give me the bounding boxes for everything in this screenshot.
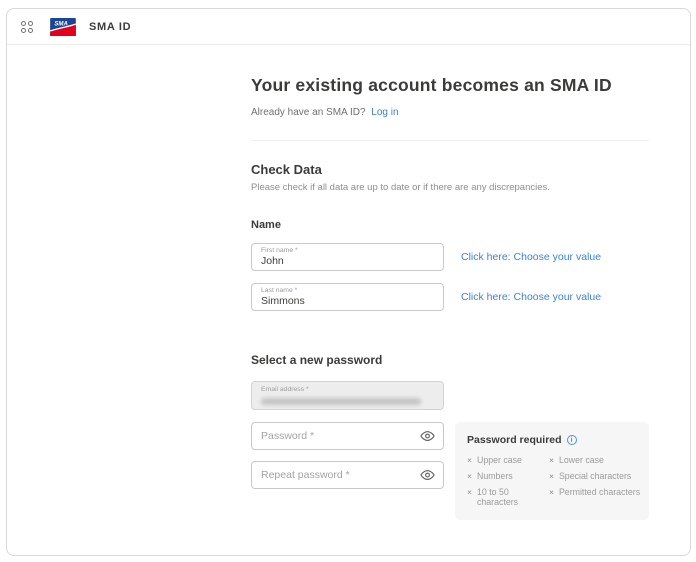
requirement-length: × 10 to 50 characters: [467, 487, 519, 507]
requirement-upper-case: × Upper case: [467, 455, 522, 465]
cross-icon: ×: [467, 487, 472, 497]
first-name-choose-value-link[interactable]: Click here: Choose your value: [461, 251, 601, 263]
email-field-disabled: Email address *: [251, 381, 444, 410]
app-window: SMA SMA ID Your existing account becomes…: [6, 8, 691, 556]
first-name-row: First name * Click here: Choose your val…: [251, 243, 649, 271]
sma-logo-icon: SMA: [50, 17, 76, 36]
password-field[interactable]: [251, 422, 444, 450]
requirement-numbers: × Numbers: [467, 471, 513, 481]
info-icon[interactable]: i: [566, 435, 577, 445]
show-password-eye-icon[interactable]: [420, 429, 435, 444]
first-name-input[interactable]: [261, 255, 434, 267]
cross-icon: ×: [548, 487, 554, 497]
cross-icon: ×: [548, 455, 554, 465]
last-name-field[interactable]: Last name *: [251, 283, 444, 311]
password-requirements-title-text: Password required: [467, 434, 562, 446]
password-section-title: Select a new password: [251, 353, 383, 367]
repeat-password-field[interactable]: [251, 461, 444, 489]
password-requirements-list: × Upper case × Lower case × Numbers × Sp…: [467, 455, 641, 507]
password-requirements-title: Password required i: [467, 434, 641, 446]
check-data-subtitle: Please check if all data are up to date …: [251, 182, 550, 193]
cross-icon: ×: [467, 471, 472, 481]
first-name-label: First name *: [261, 247, 298, 254]
check-data-title: Check Data: [251, 162, 322, 177]
email-value-redacted: [261, 398, 421, 405]
app-grid-icon[interactable]: [21, 20, 33, 33]
login-prompt-text: Already have an SMA ID?: [251, 107, 366, 118]
last-name-label: Last name *: [261, 287, 298, 294]
name-section-title: Name: [251, 219, 281, 231]
last-name-input[interactable]: [261, 295, 434, 307]
email-label: Email address *: [261, 386, 309, 393]
password-area: Password required i × Upper case × Lower…: [251, 422, 649, 520]
cross-icon: ×: [467, 455, 472, 465]
cross-icon: ×: [548, 471, 554, 481]
login-prompt-line: Already have an SMA ID? Log in: [251, 107, 649, 118]
page-title: Your existing account becomes an SMA ID: [251, 75, 612, 95]
top-bar: SMA SMA ID: [7, 9, 690, 45]
show-repeat-password-eye-icon[interactable]: [420, 468, 435, 483]
password-fields: [251, 422, 444, 489]
requirement-special-characters: × Special characters: [548, 471, 632, 481]
repeat-password-input[interactable]: [261, 469, 415, 481]
section-divider: [251, 140, 649, 141]
password-input[interactable]: [261, 430, 415, 442]
last-name-row: Last name * Click here: Choose your valu…: [251, 283, 649, 311]
requirement-permitted-characters: × Permitted characters: [548, 487, 641, 497]
first-name-field[interactable]: First name *: [251, 243, 444, 271]
main-content: Your existing account becomes an SMA ID …: [251, 75, 649, 555]
requirement-lower-case: × Lower case: [548, 455, 604, 465]
log-in-link[interactable]: Log in: [371, 107, 398, 118]
password-requirements-box: Password required i × Upper case × Lower…: [455, 422, 649, 520]
sma-logo-text: SMA: [54, 20, 68, 27]
last-name-choose-value-link[interactable]: Click here: Choose your value: [461, 291, 601, 303]
app-title: SMA ID: [89, 20, 132, 33]
